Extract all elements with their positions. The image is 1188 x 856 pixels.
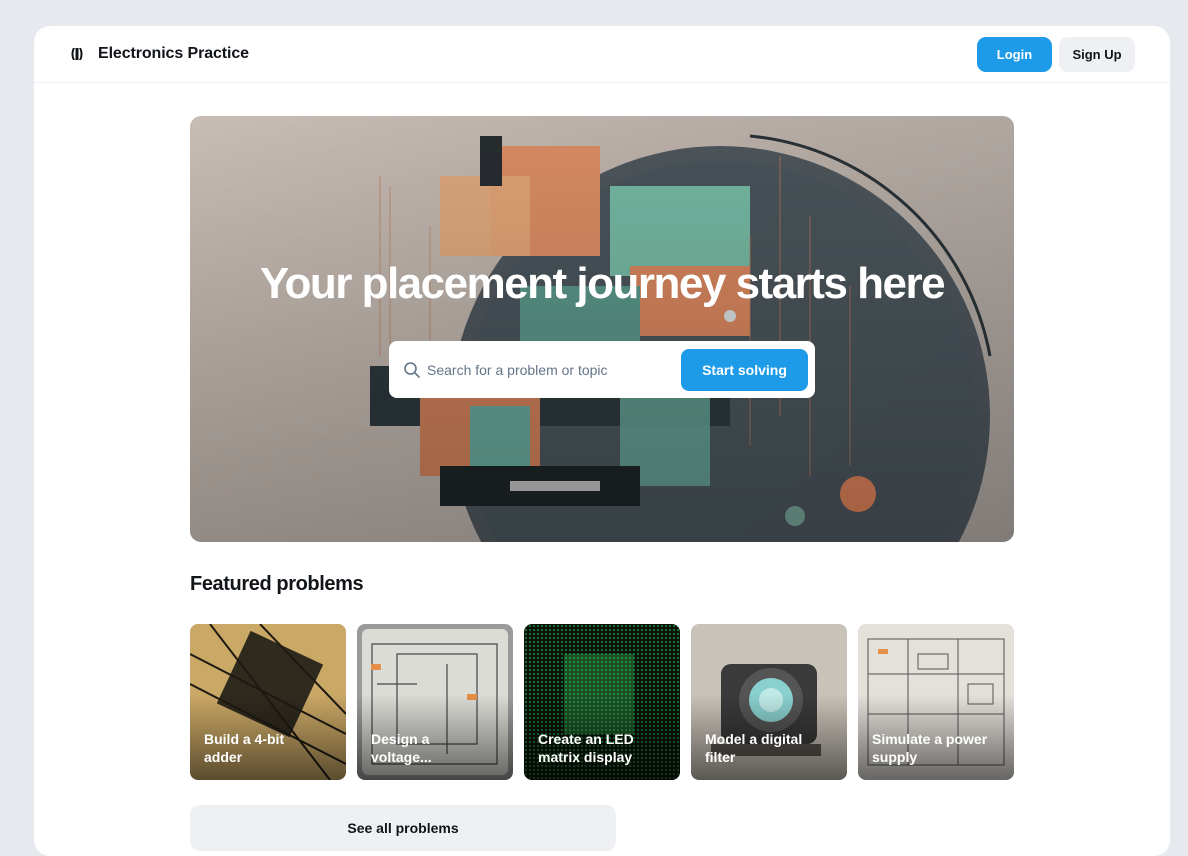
problem-card[interactable]: Build a 4-bit adder — [190, 624, 346, 780]
search-bar: Start solving — [389, 341, 815, 398]
see-all-problems-button[interactable]: See all problems — [190, 805, 616, 851]
hero-title: Your placement journey starts here — [259, 259, 946, 308]
top-navbar: Electronics Practice Login Sign Up — [34, 26, 1170, 83]
problem-card-title: Model a digital filter — [705, 731, 803, 765]
brand[interactable]: Electronics Practice — [70, 45, 249, 63]
problem-card[interactable]: Design a voltage... — [357, 624, 513, 780]
hero-overlay — [190, 116, 1014, 542]
problem-card-title: Design a voltage... — [371, 731, 432, 765]
sign-up-button[interactable]: Sign Up — [1059, 36, 1135, 72]
featured-problems-title: Featured problems — [190, 573, 364, 595]
featured-problems-list: Build a 4-bit adder Design a voltage... — [190, 624, 1014, 780]
login-button[interactable]: Login — [977, 36, 1052, 72]
problem-card-title: Simulate a power supply — [872, 731, 988, 765]
circuit-logo-icon — [71, 48, 83, 60]
problem-card-title: Build a 4-bit adder — [204, 731, 285, 765]
search-input[interactable] — [427, 349, 681, 390]
auth-buttons: Login Sign Up — [977, 36, 1135, 72]
problem-card[interactable]: Create an LED matrix display — [524, 624, 680, 780]
hero-banner: Your placement journey starts here Start… — [190, 116, 1014, 542]
brand-title: Electronics Practice — [98, 45, 249, 62]
problem-card-title: Create an LED matrix display — [538, 731, 634, 765]
start-solving-button[interactable]: Start solving — [681, 348, 808, 391]
problem-card[interactable]: Simulate a power supply — [858, 624, 1014, 780]
app-window: Electronics Practice Login Sign Up Your … — [34, 26, 1170, 856]
problem-card[interactable]: Model a digital filter — [691, 624, 847, 780]
search-icon — [404, 361, 420, 378]
